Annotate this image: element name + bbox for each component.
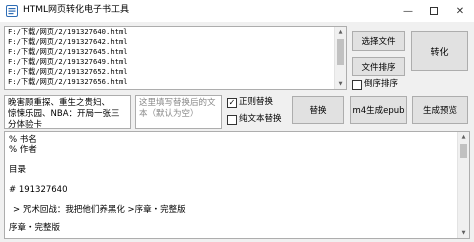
convert-button[interactable]: 转化 bbox=[411, 31, 468, 71]
content-preview[interactable]: % 书名 % 作者 目录 # 191327640 > 咒术回战：我把他们养黑化 … bbox=[4, 131, 470, 239]
scroll-thumb[interactable] bbox=[337, 39, 344, 65]
regex-replace-checkbox[interactable]: ✓ bbox=[227, 98, 237, 108]
select-files-button[interactable]: 选择文件 bbox=[352, 31, 405, 51]
reverse-sort-checkbox[interactable] bbox=[352, 80, 362, 90]
find-text-line: 惊悚乐园、NBA：开局一张三 bbox=[8, 109, 120, 119]
content-line: # 191327640 bbox=[9, 185, 68, 195]
replace-text-input[interactable]: 这里填写替换后的文本（默认为空） bbox=[135, 95, 222, 129]
list-item[interactable]: F:/下载/网页/2/191327645.html bbox=[5, 47, 346, 57]
plain-replace-checkbox[interactable] bbox=[227, 115, 237, 125]
scroll-up-icon[interactable]: ▲ bbox=[335, 27, 346, 37]
window-title: HTML网页转化电子书工具 bbox=[23, 5, 130, 15]
content-line: 目录 bbox=[9, 165, 27, 175]
scroll-thumb[interactable] bbox=[460, 144, 467, 158]
scroll-up-icon[interactable]: ▲ bbox=[458, 132, 469, 142]
replace-text-placeholder: 这里填写替换后的文本（默认为空） bbox=[139, 98, 216, 119]
maximize-icon bbox=[430, 7, 438, 15]
content-line: > 咒术回战：我把他们养黑化 >序章・完整版 bbox=[13, 205, 186, 215]
close-button[interactable]: ✕ bbox=[447, 0, 473, 22]
scroll-down-icon[interactable]: ▼ bbox=[335, 79, 346, 89]
file-list[interactable]: F:/下载/网页/2/191327640.html F:/下载/网页/2/191… bbox=[4, 26, 347, 90]
close-icon: ✕ bbox=[455, 5, 465, 17]
minimize-icon: — bbox=[403, 5, 413, 17]
reverse-sort-label: 倒序排序 bbox=[364, 79, 399, 89]
file-list-scrollbar[interactable]: ▲ ▼ bbox=[334, 27, 346, 89]
list-item[interactable]: F:/下载/网页/2/191327652.html bbox=[5, 67, 346, 77]
find-text-line: 晚害顾重探、重生之贵妇、 bbox=[8, 98, 111, 108]
maximize-button[interactable] bbox=[421, 0, 447, 22]
file-sort-button[interactable]: 文件排序 bbox=[352, 57, 405, 76]
content-line: % 作者 bbox=[9, 145, 37, 155]
list-item[interactable]: F:/下载/网页/2/191327640.html bbox=[5, 27, 346, 37]
list-item[interactable]: F:/下载/网页/2/191327656.html bbox=[5, 77, 346, 87]
generate-epub-button[interactable]: m4生成epub bbox=[350, 96, 407, 124]
generate-preview-button[interactable]: 生成预览 bbox=[412, 96, 468, 124]
find-text-line: 分体验卡 bbox=[8, 120, 43, 129]
content-line: 序章・完整版 bbox=[9, 223, 61, 233]
minimize-button[interactable]: — bbox=[395, 0, 421, 22]
regex-replace-label: 正则替换 bbox=[239, 97, 274, 107]
find-text-input[interactable]: 晚害顾重探、重生之贵妇、 惊悚乐园、NBA：开局一张三 分体验卡 bbox=[4, 95, 131, 129]
list-item[interactable]: F:/下载/网页/2/191327642.html bbox=[5, 37, 346, 47]
list-item[interactable]: F:/下载/网页/2/191327649.html bbox=[5, 57, 346, 67]
app-icon bbox=[6, 5, 18, 17]
plain-replace-label: 纯文本替换 bbox=[239, 114, 282, 124]
scroll-down-icon[interactable]: ▼ bbox=[458, 228, 469, 238]
replace-button[interactable]: 替换 bbox=[292, 96, 344, 124]
content-scrollbar[interactable]: ▲ ▼ bbox=[457, 132, 469, 238]
